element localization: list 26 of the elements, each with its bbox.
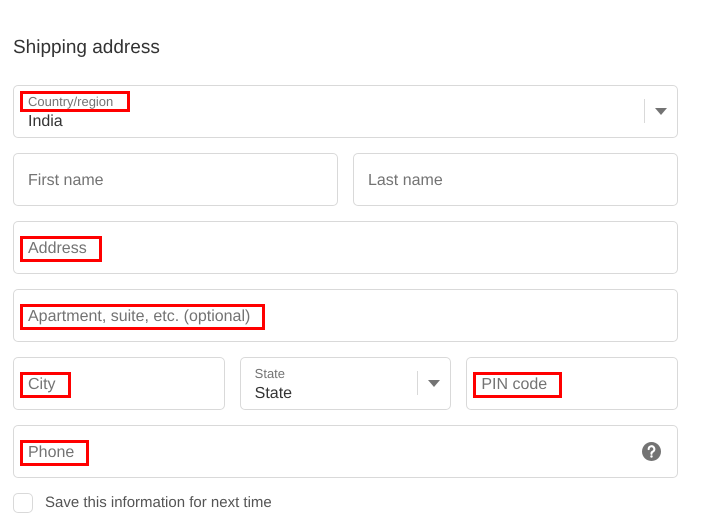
caret-icon: [655, 108, 667, 114]
placeholder-text: Address: [20, 236, 102, 262]
input-field[interactable]: First name: [13, 152, 338, 206]
placeholder-text: Phone: [20, 440, 90, 466]
placeholder-text: First name: [27, 170, 105, 190]
section-title: Shipping address: [13, 36, 161, 60]
checkbox[interactable]: [13, 492, 33, 513]
placeholder-text: Last name: [367, 170, 444, 190]
input-field[interactable]: Phone: [13, 424, 678, 478]
select-field[interactable]: Country/region India: [13, 84, 678, 138]
help-icon[interactable]: [642, 442, 661, 460]
checkbox-label: Save this information for next time: [45, 492, 272, 512]
field-label: Country/region: [20, 91, 130, 112]
input-field[interactable]: Address: [13, 220, 678, 274]
input-field[interactable]: PIN code: [466, 356, 678, 410]
input-field[interactable]: City: [13, 356, 225, 410]
field-value: India: [27, 112, 64, 131]
input-field[interactable]: Last name: [353, 152, 678, 206]
placeholder-text: PIN code: [473, 372, 562, 398]
select-field[interactable]: State State: [240, 356, 452, 410]
input-field[interactable]: Apartment, suite, etc. (optional): [13, 288, 678, 342]
caret-icon: [428, 380, 440, 386]
field-value: State: [254, 384, 294, 403]
placeholder-text: Apartment, suite, etc. (optional): [20, 304, 266, 330]
placeholder-text: City: [20, 372, 71, 398]
field-label: State: [254, 365, 286, 383]
